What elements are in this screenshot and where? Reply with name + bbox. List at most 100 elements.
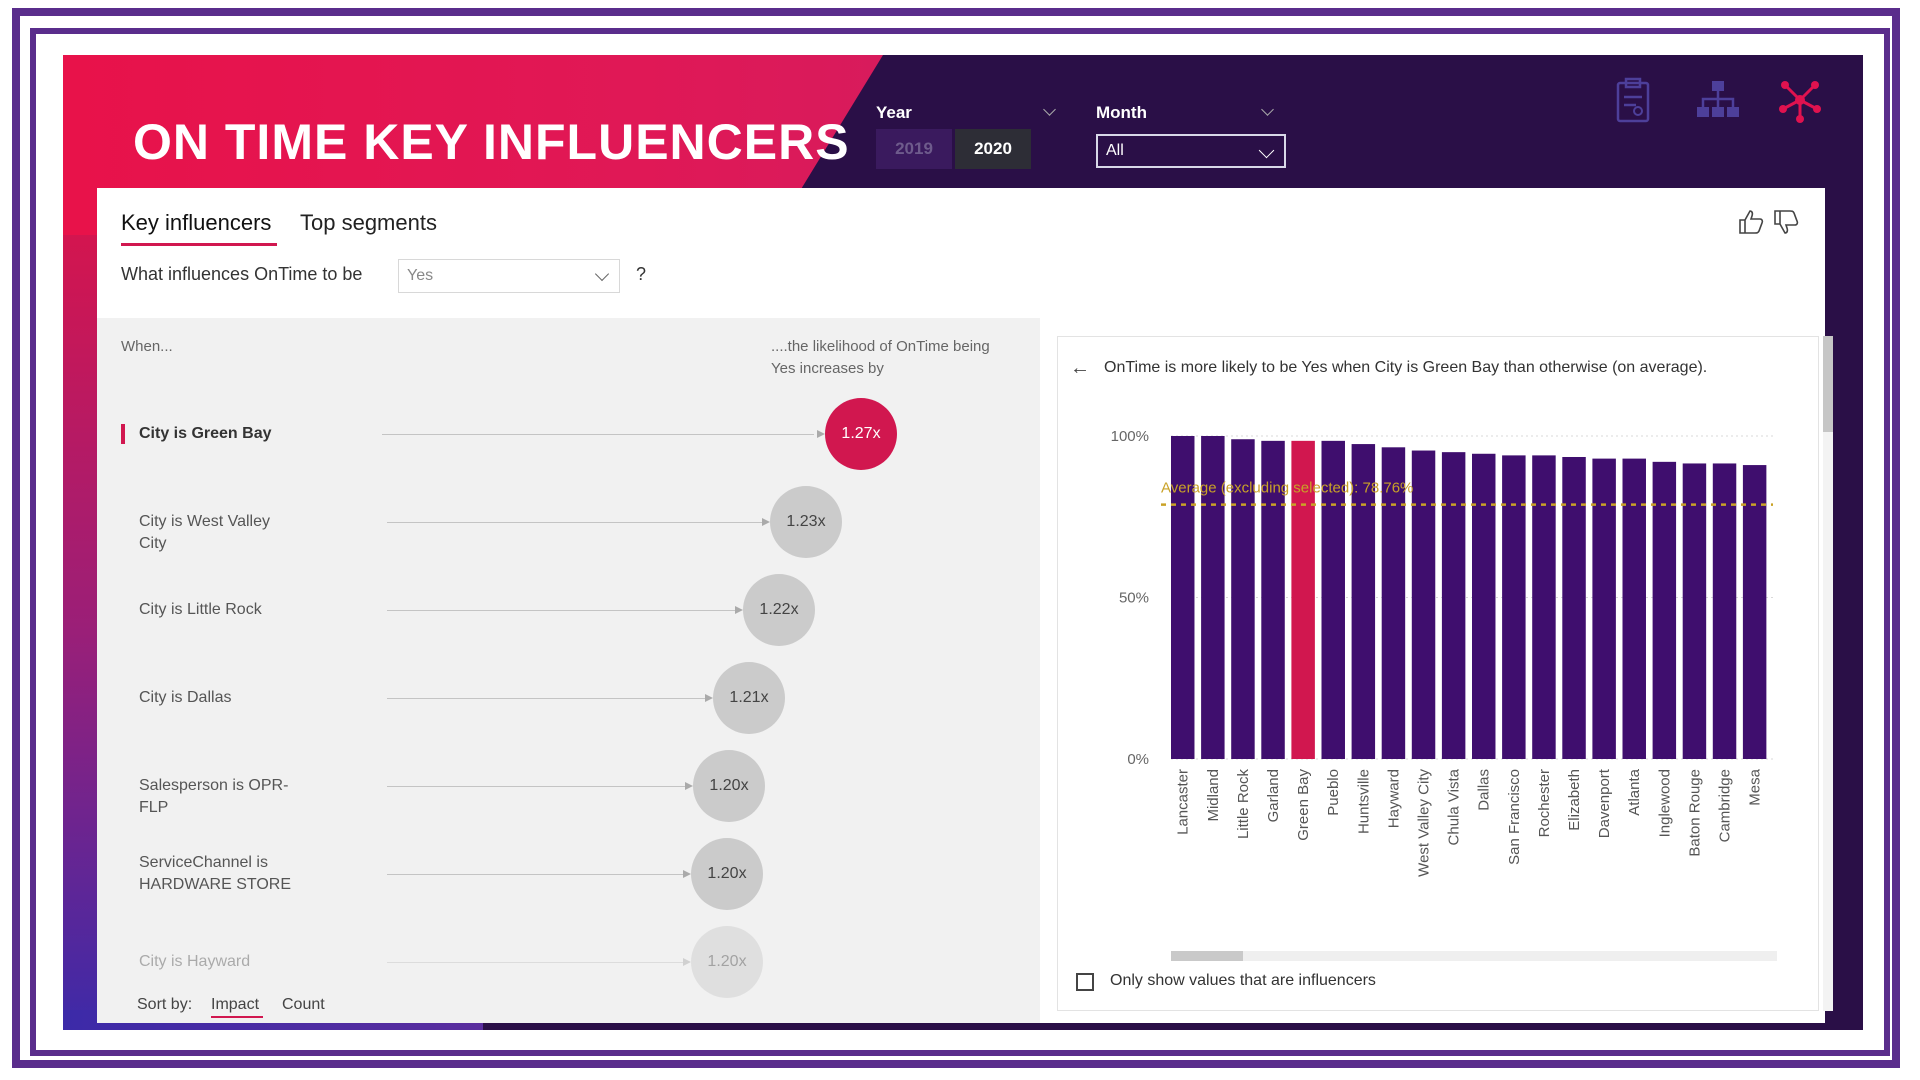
y-tick-label: 50% (1119, 590, 1149, 607)
thumbs-up-icon[interactable] (1737, 208, 1765, 236)
month-slicer-label: Month (1096, 103, 1147, 122)
month-dropdown-chevron-icon (1258, 142, 1275, 159)
year-slicer-label: Year (876, 103, 912, 122)
arrow-right-icon (683, 958, 691, 966)
month-dropdown[interactable]: All (1096, 134, 1286, 168)
chart-bar[interactable] (1441, 452, 1466, 759)
year-slicer-chevron-icon[interactable] (1043, 103, 1056, 116)
influencer-impact-bubble[interactable]: 1.22x (743, 574, 815, 646)
x-tick-label: Baton Rouge (1686, 769, 1703, 857)
chart-bar[interactable] (1502, 455, 1526, 759)
only-influencers-label: Only show values that are influencers (1110, 972, 1376, 989)
year-2020-button[interactable]: 2020 (955, 129, 1031, 169)
influencer-impact-bubble[interactable]: 1.21x (713, 662, 785, 734)
x-tick-label: Davenport (1596, 768, 1613, 838)
arrow-right-icon (735, 606, 743, 614)
x-tick-label: Garland (1265, 769, 1282, 822)
influencer-impact-line (387, 698, 707, 699)
influencer-impact-bubble[interactable]: 1.27x (825, 398, 897, 470)
report-title: ON TIME KEY INFLUENCERS (133, 114, 850, 170)
x-tick-label: Atlanta (1626, 768, 1643, 815)
chart-bar[interactable] (1532, 455, 1556, 759)
visual-vertical-scrollbar-thumb[interactable] (1823, 336, 1833, 432)
x-tick-label: Elizabeth (1566, 769, 1583, 831)
influencer-impact-line (387, 522, 764, 523)
influencer-row[interactable]: City is Hayward 1.20x (97, 922, 1040, 1002)
influencer-row[interactable]: Salesperson is OPR-FLP 1.20x (97, 746, 1040, 826)
influencer-row[interactable]: City is Little Rock 1.22x (97, 570, 1040, 650)
x-tick-label: Mesa (1747, 768, 1764, 805)
only-influencers-checkbox[interactable] (1076, 973, 1094, 991)
influencer-row[interactable]: City is Green Bay 1.27x (97, 394, 1040, 474)
report-canvas: ON TIME KEY INFLUENCERS Year 2019 2020 M… (63, 55, 1863, 1030)
chart-scrollbar-thumb[interactable] (1171, 951, 1243, 961)
influencer-label: City is Dallas (139, 689, 232, 706)
tab-key-influencers[interactable]: Key influencers (121, 210, 271, 236)
x-tick-label: Dallas (1476, 769, 1493, 811)
chart-bar[interactable] (1682, 463, 1707, 759)
selected-influencer-marker (121, 424, 125, 444)
arrow-right-icon (817, 430, 825, 438)
chart-bar[interactable] (1652, 461, 1677, 759)
x-tick-label: Green Bay (1295, 769, 1312, 841)
arrow-right-icon (683, 870, 691, 878)
influencer-label: ServiceChannel is HARDWARE STORE (139, 854, 292, 893)
arrow-right-icon (705, 694, 713, 702)
x-tick-label: Pueblo (1325, 769, 1342, 816)
influencer-impact-bubble[interactable]: 1.20x (691, 926, 763, 998)
influencer-explanation: OnTime is more likely to be Yes when Cit… (1104, 359, 1708, 376)
thumbs-down-icon[interactable] (1772, 208, 1800, 236)
influencer-row[interactable]: City is Dallas 1.21x (97, 658, 1040, 738)
likelihood-label: ....the likelihood of OnTime being Yes i… (771, 338, 990, 377)
influencer-row[interactable]: ServiceChannel is HARDWARE STORE 1.20x (97, 834, 1040, 914)
city-ontime-bar-chart: 100% 50% 0% Lancaster Midland Little Rock Garl… (1111, 428, 1773, 877)
y-tick-label: 0% (1127, 751, 1149, 768)
question-label: What influences OnTime to be (121, 264, 363, 284)
influencer-impact-bubble[interactable]: 1.23x (770, 486, 842, 558)
chart-bar[interactable] (1411, 450, 1436, 759)
arrow-right-icon (762, 518, 770, 526)
sort-impact-option[interactable]: Impact (211, 996, 259, 1014)
influencer-label: Salesperson is OPR-FLP (139, 777, 289, 816)
chart-bar[interactable] (1742, 465, 1767, 759)
when-label: When... (121, 338, 173, 355)
influencer-impact-bubble[interactable]: 1.20x (691, 838, 763, 910)
sort-count-option[interactable]: Count (282, 996, 325, 1014)
x-tick-label: Huntsville (1355, 769, 1372, 834)
question-mark: ? (636, 264, 647, 284)
network-icon[interactable] (1775, 75, 1825, 125)
left-accent-strip (63, 235, 99, 1030)
x-tick-label: Rochester (1536, 769, 1553, 837)
influencer-impact-line (387, 874, 685, 875)
year-2019-button[interactable]: 2019 (876, 129, 952, 169)
active-tab-underline (121, 243, 277, 246)
x-tick-label: Inglewood (1656, 769, 1673, 837)
target-value-chevron-icon (594, 266, 610, 282)
visual-vertical-scrollbar[interactable] (1823, 336, 1833, 1011)
influencers-pane: When... ....the likelihood of OnTime bei… (97, 318, 1040, 1023)
x-tick-label: Cambridge (1717, 769, 1734, 842)
chart-bar[interactable] (1472, 453, 1496, 759)
clipboard-icon[interactable] (1608, 75, 1658, 125)
key-influencers-visual: Key influencers Top segments What influe… (97, 188, 1833, 1023)
tab-top-segments[interactable]: Top segments (300, 210, 437, 236)
influencer-detail-pane: ← OnTime is more likely to be Yes when C… (1057, 336, 1819, 1011)
back-arrow-icon[interactable]: ← (1070, 357, 1090, 380)
x-tick-label: Little Rock (1235, 769, 1252, 840)
hierarchy-icon[interactable] (1693, 75, 1743, 125)
target-value-dropdown[interactable]: Yes (398, 259, 620, 293)
influencer-impact-line (382, 434, 814, 435)
sort-by-label: Sort by: (137, 996, 193, 1013)
influencer-impact-line (387, 786, 687, 787)
influencer-label: City is Green Bay (139, 425, 272, 442)
x-tick-label: San Francisco (1506, 769, 1523, 865)
influencer-row[interactable]: City is West Valley City 1.23x (97, 482, 1040, 562)
month-slicer-chevron-icon[interactable] (1261, 103, 1274, 116)
x-tick-label: Midland (1205, 769, 1222, 822)
chart-scrollbar-track[interactable] (1171, 951, 1777, 961)
chart-bar[interactable] (1712, 463, 1737, 759)
y-tick-label: 100% (1111, 428, 1149, 445)
chart-bar[interactable] (1562, 456, 1586, 759)
x-tick-label: Hayward (1385, 769, 1402, 828)
influencer-impact-bubble[interactable]: 1.20x (693, 750, 765, 822)
